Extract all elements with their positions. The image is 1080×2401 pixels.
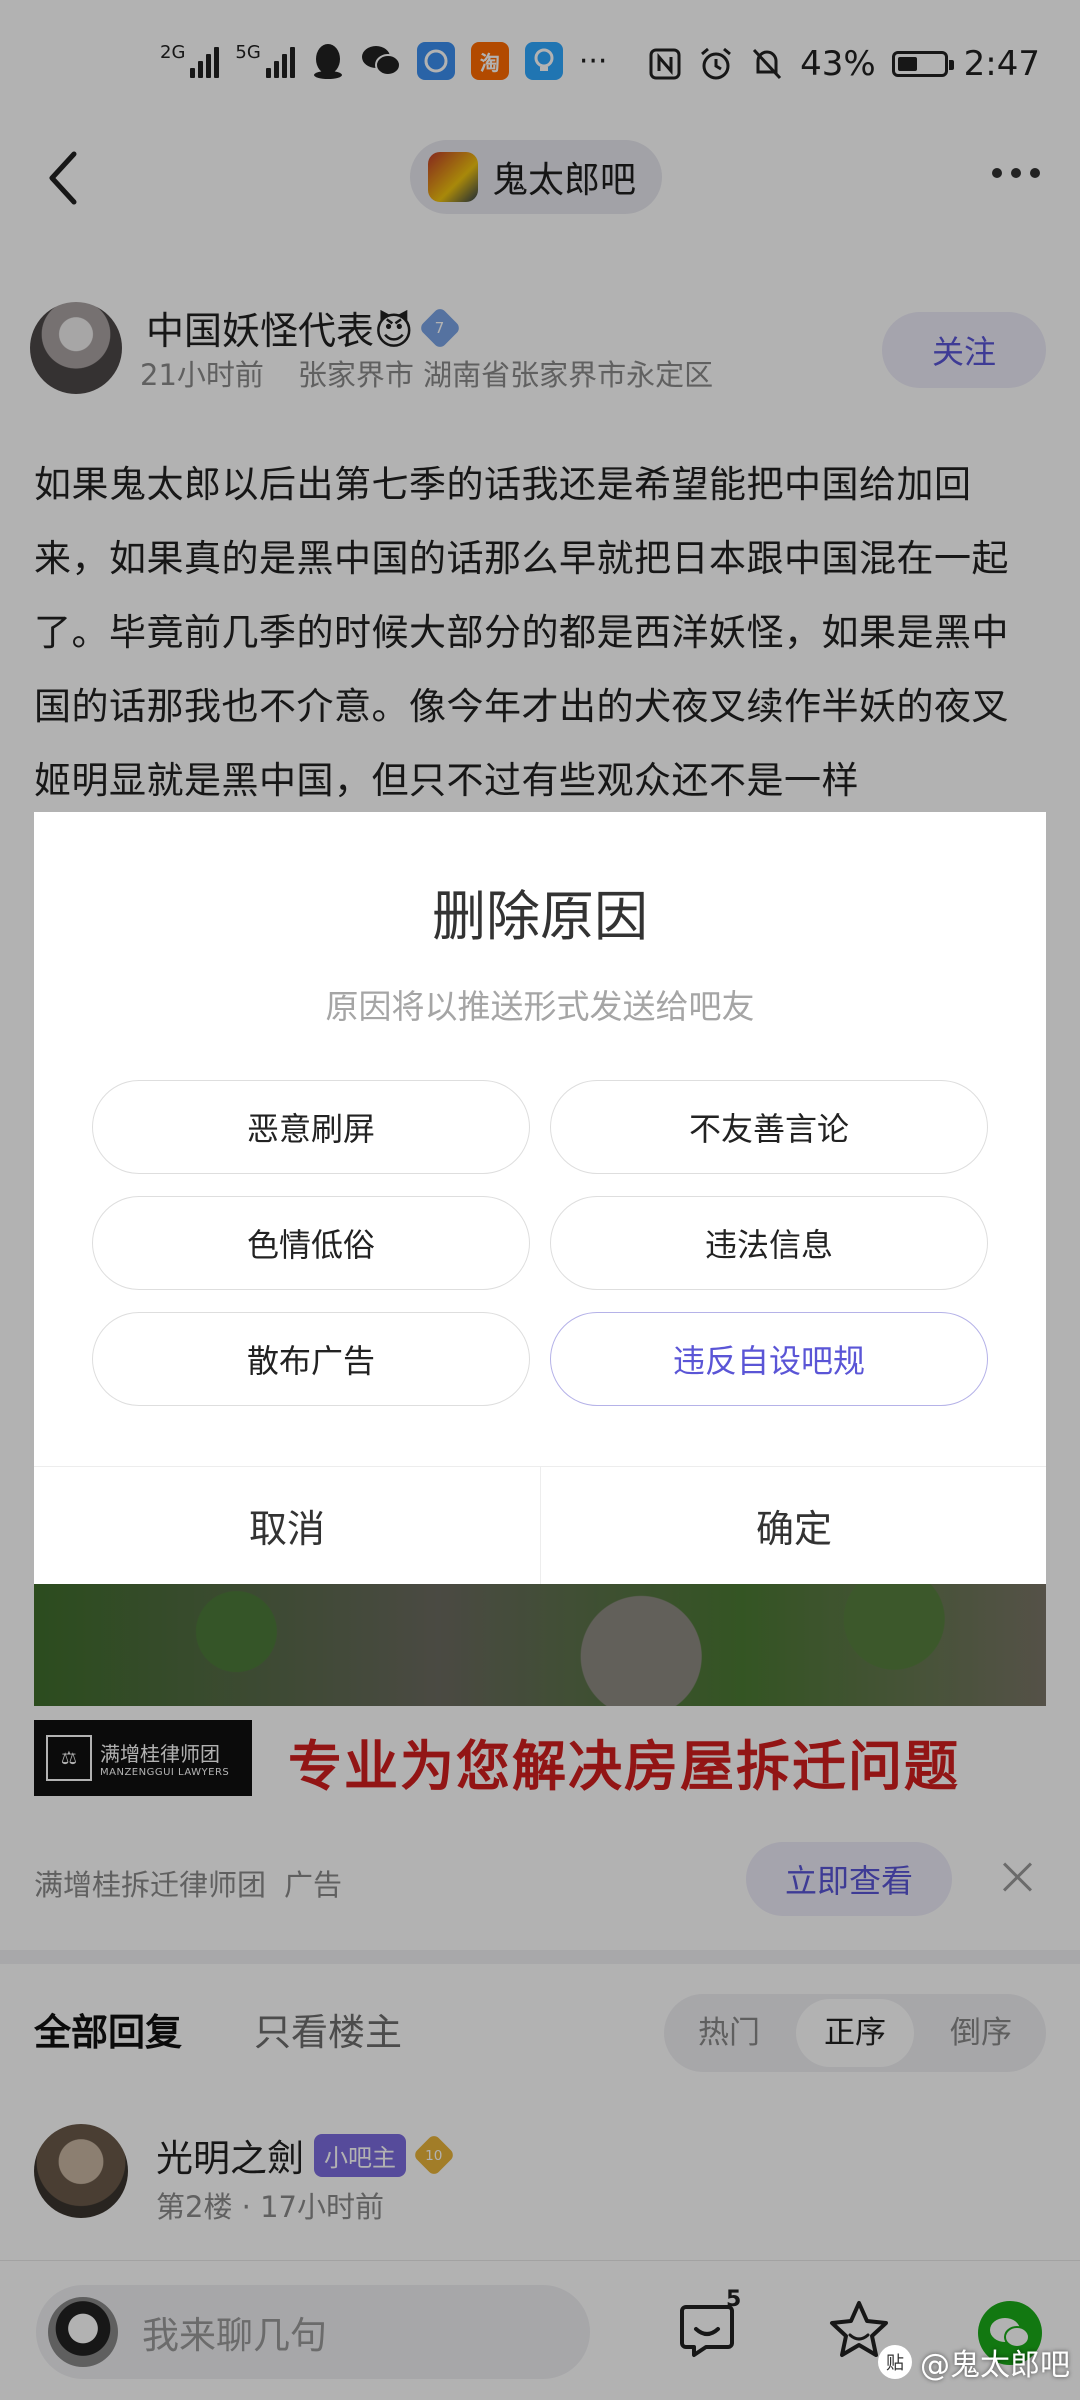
- post-detail-page: 2G 5G 淘 ··· 43% 2:47 鬼太郎吧 中国妖怪代表😈 7 21小时…: [0, 0, 1080, 2401]
- confirm-button[interactable]: 确定: [541, 1467, 1047, 1584]
- dialog-title: 删除原因: [432, 885, 648, 948]
- reason-illegal[interactable]: 违法信息: [550, 1196, 988, 1290]
- reason-options: 恶意刷屏 不友善言论 色情低俗 违法信息 散布广告 违反自设吧规: [92, 1080, 988, 1406]
- watermark-text: @鬼太郎吧: [920, 2348, 1070, 2383]
- reason-forum-rules[interactable]: 违反自设吧规: [550, 1312, 988, 1406]
- delete-reason-dialog: 删除原因 原因将以推送形式发送给吧友 恶意刷屏 不友善言论 色情低俗 违法信息 …: [34, 812, 1046, 1584]
- reason-advertising[interactable]: 散布广告: [92, 1312, 530, 1406]
- tieba-logo-icon: 贴: [878, 2345, 912, 2379]
- watermark: 贴 @鬼太郎吧: [878, 2340, 1070, 2384]
- reason-vulgar[interactable]: 色情低俗: [92, 1196, 530, 1290]
- dialog-subtitle: 原因将以推送形式发送给吧友: [325, 987, 755, 1026]
- reason-spam[interactable]: 恶意刷屏: [92, 1080, 530, 1174]
- reason-unfriendly[interactable]: 不友善言论: [550, 1080, 988, 1174]
- cancel-button[interactable]: 取消: [34, 1467, 540, 1584]
